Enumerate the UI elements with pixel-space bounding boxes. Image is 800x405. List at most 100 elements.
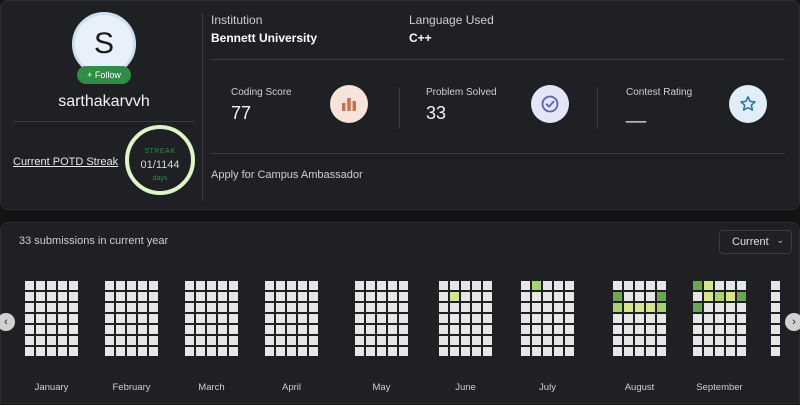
heatmap-cell[interactable]: [36, 292, 45, 301]
heatmap-cell[interactable]: [366, 281, 375, 290]
heatmap-cell[interactable]: [439, 336, 448, 345]
heatmap-cell[interactable]: [196, 336, 205, 345]
heatmap-cell[interactable]: [726, 336, 735, 345]
heatmap-cell[interactable]: [105, 325, 114, 334]
heatmap-cell[interactable]: [276, 347, 285, 356]
heatmap-cell[interactable]: [461, 336, 470, 345]
heatmap-cell[interactable]: [472, 292, 481, 301]
heatmap-cell[interactable]: [483, 336, 492, 345]
heatmap-cell[interactable]: [399, 325, 408, 334]
heatmap-cell[interactable]: [105, 292, 114, 301]
heatmap-cell[interactable]: [229, 325, 238, 334]
heatmap-cell[interactable]: [229, 281, 238, 290]
heatmap-cell[interactable]: [287, 347, 296, 356]
heatmap-cell[interactable]: [521, 303, 530, 312]
heatmap-cell[interactable]: [309, 281, 318, 290]
heatmap-cell[interactable]: [287, 281, 296, 290]
heatmap-cell[interactable]: [185, 303, 194, 312]
heatmap-cell[interactable]: [127, 303, 136, 312]
heatmap-cell[interactable]: [646, 281, 655, 290]
heatmap-cell[interactable]: [138, 303, 147, 312]
heatmap-cell[interactable]: [771, 303, 780, 312]
heatmap-cell[interactable]: [207, 281, 216, 290]
heatmap-cell[interactable]: [613, 303, 622, 312]
heatmap-cell[interactable]: [450, 336, 459, 345]
heatmap-cell[interactable]: [624, 281, 633, 290]
heatmap-cell[interactable]: [138, 336, 147, 345]
heatmap-cell[interactable]: [726, 325, 735, 334]
heatmap-cell[interactable]: [355, 314, 364, 323]
heatmap-cell[interactable]: [47, 314, 56, 323]
heatmap-cell[interactable]: [127, 325, 136, 334]
heatmap-cell[interactable]: [439, 281, 448, 290]
heatmap-cell[interactable]: [439, 314, 448, 323]
heatmap-cell[interactable]: [69, 325, 78, 334]
heatmap-cell[interactable]: [127, 347, 136, 356]
heatmap-cell[interactable]: [554, 336, 563, 345]
heatmap-cell[interactable]: [543, 303, 552, 312]
heatmap-cell[interactable]: [276, 292, 285, 301]
heatmap-cell[interactable]: [635, 281, 644, 290]
heatmap-cell[interactable]: [693, 336, 702, 345]
heatmap-cell[interactable]: [207, 325, 216, 334]
heatmap-cell[interactable]: [388, 303, 397, 312]
heatmap-cell[interactable]: [276, 314, 285, 323]
heatmap-cell[interactable]: [715, 303, 724, 312]
heatmap-cell[interactable]: [366, 336, 375, 345]
heatmap-cell[interactable]: [366, 325, 375, 334]
heatmap-cell[interactable]: [704, 292, 713, 301]
heatmap-cell[interactable]: [127, 281, 136, 290]
follow-button[interactable]: + Follow: [77, 66, 131, 84]
heatmap-cell[interactable]: [543, 314, 552, 323]
campus-ambassador-link[interactable]: Apply for Campus Ambassador: [211, 169, 363, 181]
heatmap-cell[interactable]: [771, 314, 780, 323]
heatmap-cell[interactable]: [737, 347, 746, 356]
heatmap-cell[interactable]: [543, 347, 552, 356]
heatmap-cell[interactable]: [388, 292, 397, 301]
heatmap-cell[interactable]: [149, 347, 158, 356]
heatmap-cell[interactable]: [635, 347, 644, 356]
heatmap-cell[interactable]: [287, 336, 296, 345]
heatmap-cell[interactable]: [554, 292, 563, 301]
heatmap-cell[interactable]: [635, 292, 644, 301]
heatmap-cell[interactable]: [657, 325, 666, 334]
heatmap-cell[interactable]: [624, 336, 633, 345]
heatmap-cell[interactable]: [276, 281, 285, 290]
heatmap-cell[interactable]: [105, 281, 114, 290]
heatmap-cell[interactable]: [47, 281, 56, 290]
heatmap-cell[interactable]: [554, 325, 563, 334]
heatmap-cell[interactable]: [25, 314, 34, 323]
scroll-right-button[interactable]: ›: [785, 313, 800, 331]
heatmap-cell[interactable]: [138, 325, 147, 334]
heatmap-cell[interactable]: [399, 347, 408, 356]
heatmap-cell[interactable]: [47, 292, 56, 301]
heatmap-cell[interactable]: [265, 292, 274, 301]
heatmap-cell[interactable]: [737, 281, 746, 290]
heatmap-cell[interactable]: [472, 303, 481, 312]
heatmap-cell[interactable]: [105, 303, 114, 312]
heatmap-cell[interactable]: [218, 347, 227, 356]
heatmap-cell[interactable]: [58, 336, 67, 345]
heatmap-cell[interactable]: [439, 347, 448, 356]
heatmap-cell[interactable]: [355, 347, 364, 356]
heatmap-cell[interactable]: [737, 325, 746, 334]
heatmap-cell[interactable]: [450, 281, 459, 290]
heatmap-cell[interactable]: [196, 347, 205, 356]
heatmap-cell[interactable]: [309, 303, 318, 312]
heatmap-cell[interactable]: [565, 347, 574, 356]
heatmap-cell[interactable]: [265, 336, 274, 345]
heatmap-cell[interactable]: [287, 325, 296, 334]
heatmap-cell[interactable]: [532, 347, 541, 356]
heatmap-cell[interactable]: [185, 292, 194, 301]
heatmap-cell[interactable]: [196, 303, 205, 312]
heatmap-cell[interactable]: [265, 325, 274, 334]
heatmap-cell[interactable]: [377, 336, 386, 345]
heatmap-cell[interactable]: [185, 281, 194, 290]
heatmap-cell[interactable]: [298, 336, 307, 345]
heatmap-cell[interactable]: [218, 336, 227, 345]
heatmap-cell[interactable]: [36, 336, 45, 345]
heatmap-cell[interactable]: [116, 292, 125, 301]
heatmap-cell[interactable]: [25, 281, 34, 290]
heatmap-cell[interactable]: [554, 314, 563, 323]
heatmap-cell[interactable]: [399, 292, 408, 301]
